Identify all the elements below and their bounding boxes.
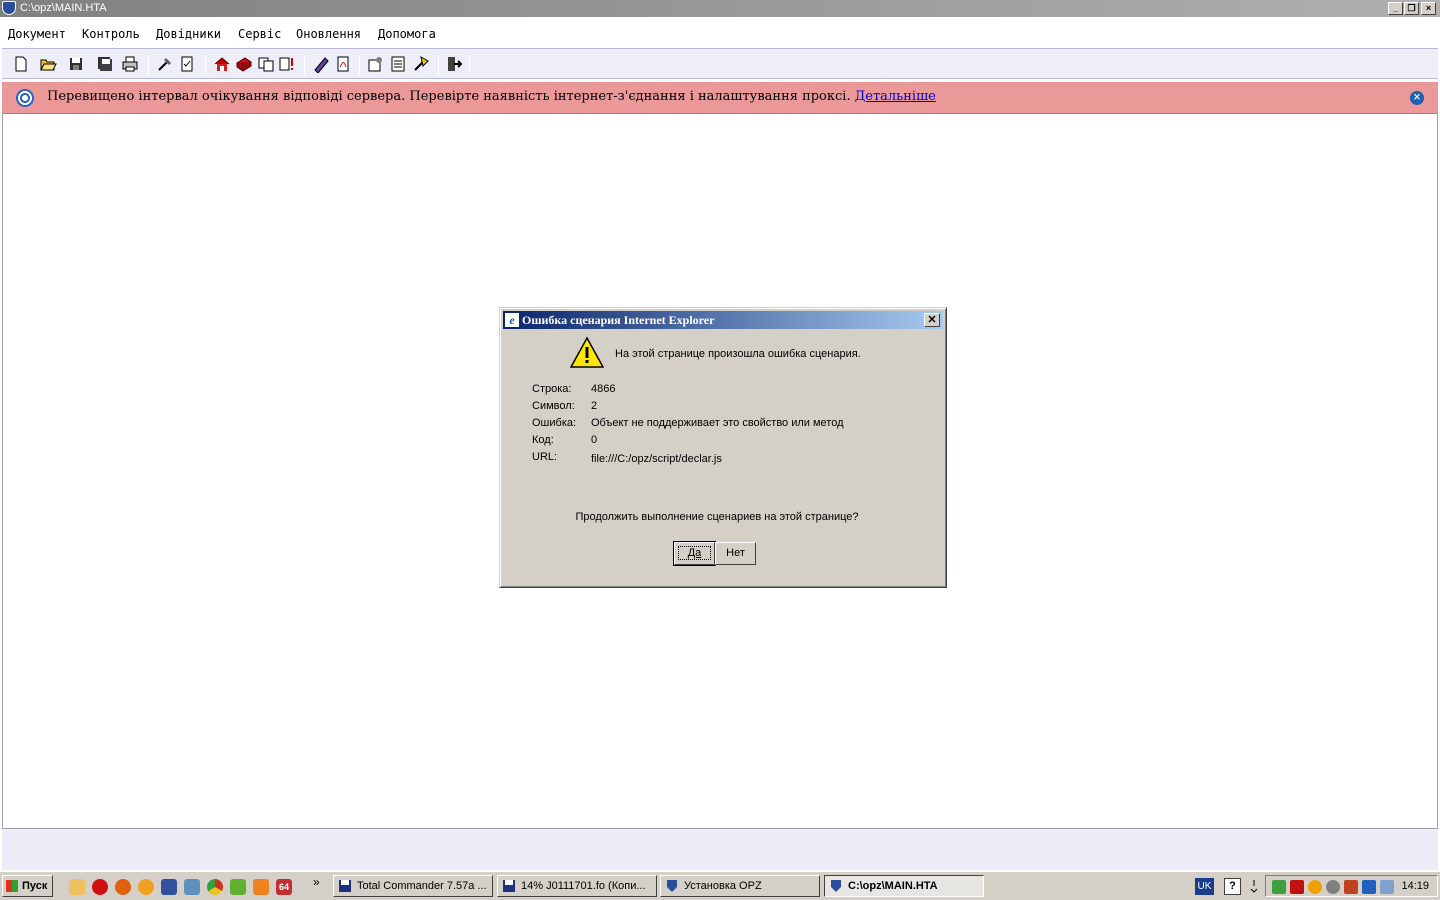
document-alert-icon[interactable]	[278, 55, 296, 73]
tray-volume-icon[interactable]	[1344, 880, 1358, 894]
server-timeout-banner: Перевищено інтервал очікування відповіді…	[2, 82, 1438, 114]
detail-value-char: 2	[591, 400, 598, 412]
tray-disk-icon[interactable]	[1326, 880, 1340, 894]
opz-shield-icon	[667, 880, 677, 892]
menu-service[interactable]: Сервіс	[238, 27, 281, 41]
detail-label-error: Ошибка:	[532, 417, 577, 429]
print-icon[interactable]	[121, 55, 139, 73]
exit-icon[interactable]	[445, 55, 463, 73]
task-main-hta[interactable]: C:\opz\MAIN.HTA	[824, 875, 984, 897]
quicklaunch-app-icon[interactable]	[230, 879, 246, 895]
dialog-message: На этой странице произошла ошибка сценар…	[615, 348, 861, 360]
quicklaunch-firefox-icon[interactable]	[115, 879, 131, 895]
menu-bar: Документ Контроль Довідники Сервіс Оновл…	[0, 24, 1440, 46]
quicklaunch-a-icon[interactable]	[138, 879, 154, 895]
settings-document-icon[interactable]	[366, 55, 384, 73]
book-icon[interactable]	[235, 55, 253, 73]
new-document-icon[interactable]	[12, 55, 30, 73]
menu-document[interactable]: Документ	[8, 27, 66, 41]
task-install-opz[interactable]: Установка OPZ	[660, 875, 820, 897]
detail-label-code: Код:	[532, 434, 554, 446]
minimize-button[interactable]: _	[1388, 2, 1403, 15]
opz-shield-icon	[831, 880, 841, 892]
menu-directories[interactable]: Довідники	[156, 27, 221, 41]
quicklaunch-network-icon[interactable]	[184, 879, 200, 895]
dialog-title: Ошибка сценария Internet Explorer	[522, 313, 715, 327]
floppy-icon	[339, 880, 351, 892]
banner-close-icon[interactable]: ×	[1410, 91, 1424, 105]
window-title: C:\opz\MAIN.HTA	[20, 2, 107, 14]
app-icon	[2, 1, 16, 15]
detail-value-url: file:///C:/opz/script/declar.js	[591, 453, 722, 465]
tray-expand-icon[interactable]	[1249, 878, 1259, 895]
script-error-dialog: e Ошибка сценария Internet Explorer ✕ На…	[499, 307, 947, 588]
toolbar	[2, 48, 1438, 79]
pdf-document-icon[interactable]	[334, 55, 352, 73]
yes-button[interactable]: Да	[673, 541, 716, 566]
tray-network-icon[interactable]	[1272, 880, 1286, 894]
list-document-icon[interactable]	[389, 55, 407, 73]
quicklaunch-chrome-icon[interactable]	[207, 879, 223, 895]
task-total-commander[interactable]: Total Commander 7.57a ...	[333, 875, 493, 897]
quicklaunch-opera-icon[interactable]	[92, 879, 108, 895]
close-window-button[interactable]: ×	[1421, 2, 1436, 15]
detail-label-char: Символ:	[532, 400, 575, 412]
detail-value-line: 4866	[591, 383, 616, 395]
help-icon[interactable]: ?	[1224, 878, 1241, 895]
windows-logo-icon	[6, 880, 18, 892]
quicklaunch-64-icon[interactable]: 64	[276, 879, 292, 895]
status-bar	[2, 828, 1438, 870]
open-folder-icon[interactable]	[39, 55, 57, 73]
system-tray: 14:19	[1265, 875, 1438, 897]
banner-text: Перевищено інтервал очікування відповіді…	[47, 89, 936, 104]
task-label: Установка OPZ	[684, 880, 762, 892]
start-button[interactable]: Пуск	[2, 875, 53, 897]
tray-avast-icon[interactable]	[1308, 880, 1322, 894]
task-copy-progress[interactable]: 14% J0111701.fo (Копи...	[497, 875, 657, 897]
dialog-question: Продолжить выполнение сценариев на этой …	[575, 511, 859, 523]
dialog-close-button[interactable]: ✕	[924, 313, 940, 327]
help-pen-icon[interactable]	[312, 55, 330, 73]
menu-control[interactable]: Контроль	[82, 27, 140, 41]
tray-adobe-icon[interactable]	[1290, 880, 1304, 894]
save-icon[interactable]	[67, 55, 85, 73]
detail-label-line: Строка:	[532, 383, 572, 395]
yes-button-label: Да	[677, 546, 712, 560]
banner-message: Перевищено інтервал очікування відповіді…	[47, 89, 851, 104]
quicklaunch-explorer-icon[interactable]	[69, 879, 85, 895]
save-all-icon[interactable]	[96, 55, 114, 73]
tray-user-icon[interactable]	[1380, 880, 1394, 894]
copy-documents-icon[interactable]	[257, 55, 275, 73]
internet-explorer-icon: e	[505, 313, 519, 327]
network-icon	[14, 87, 36, 109]
detail-label-url: URL:	[532, 451, 558, 463]
menu-updates[interactable]: Оновлення	[296, 27, 361, 41]
clock[interactable]: 14:19	[1401, 876, 1429, 896]
warning-icon	[570, 336, 604, 368]
task-label: 14% J0111701.fo (Копи...	[521, 880, 646, 892]
no-button[interactable]: Нет	[715, 542, 756, 565]
detail-value-error: Объект не поддерживает это свойство или …	[591, 417, 844, 429]
quicklaunch-save-icon[interactable]	[161, 879, 177, 895]
window-titlebar[interactable]: C:\opz\MAIN.HTA _ ❐ ×	[0, 0, 1440, 17]
banner-details-link[interactable]: Детальніше	[855, 89, 936, 104]
home-icon[interactable]	[213, 55, 231, 73]
taskbar: Пуск 64 » Total Commander 7.57a ... 14% …	[0, 871, 1440, 900]
task-label: Total Commander 7.57a ...	[357, 880, 487, 892]
detail-value-code: 0	[591, 434, 598, 446]
quicklaunch-odnoklassniki-icon[interactable]	[253, 879, 269, 895]
dialog-titlebar[interactable]: e Ошибка сценария Internet Explorer ✕	[503, 311, 943, 329]
menu-help[interactable]: Допомога	[378, 27, 436, 41]
check-document-icon[interactable]	[178, 55, 196, 73]
tools-icon[interactable]	[156, 55, 174, 73]
task-label: C:\opz\MAIN.HTA	[848, 880, 938, 892]
floppy-icon	[503, 880, 515, 892]
quicklaunch-more-button[interactable]: »	[313, 875, 320, 889]
restore-button[interactable]: ❐	[1404, 2, 1419, 15]
start-label: Пуск	[22, 880, 48, 892]
language-indicator[interactable]: UK	[1195, 878, 1214, 895]
tray-monitor-icon[interactable]	[1362, 880, 1376, 894]
wizard-icon[interactable]	[412, 55, 430, 73]
